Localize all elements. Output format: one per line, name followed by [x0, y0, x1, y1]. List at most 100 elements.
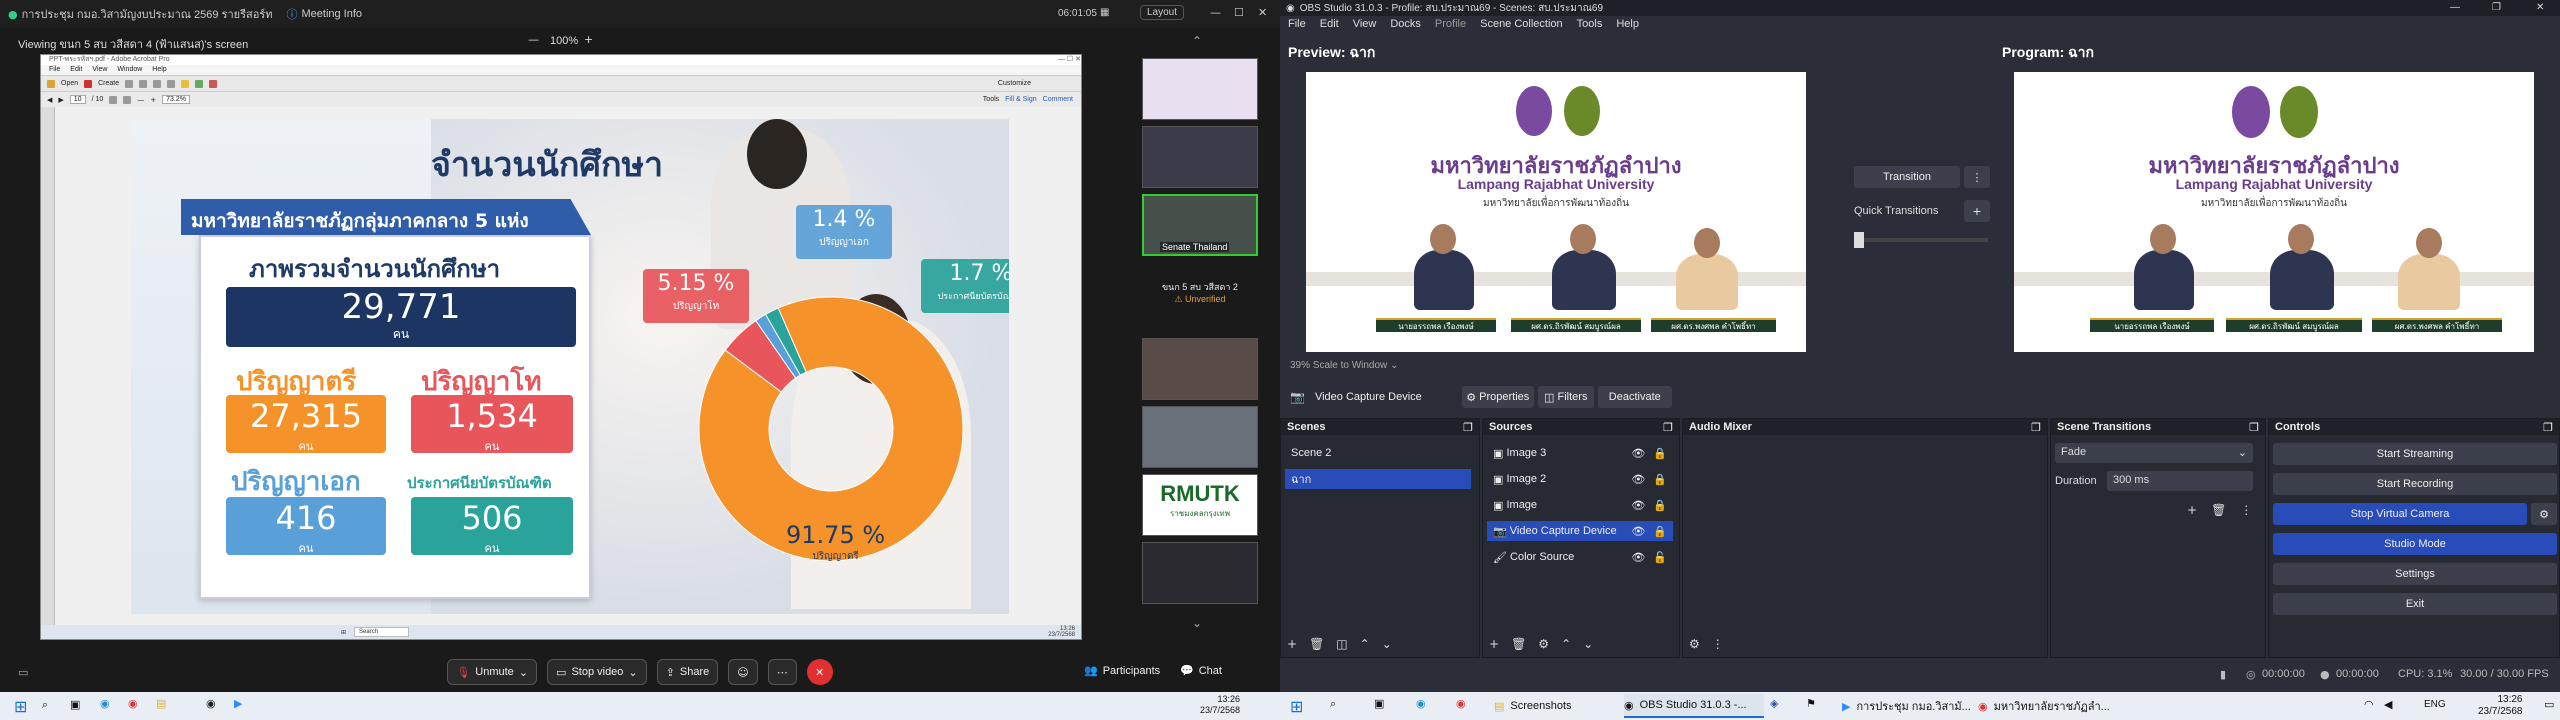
eye-icon[interactable]: 👁 [1631, 551, 1645, 564]
maximize-icon[interactable]: ❐ [2492, 2, 2501, 13]
filters-button[interactable]: ◫ Filters [1537, 386, 1594, 408]
unlock-icon[interactable]: 🔓 [1653, 551, 1667, 564]
stamp-icon[interactable] [209, 79, 218, 88]
open-button[interactable]: Open [61, 80, 78, 87]
windows-start-icon[interactable]: ⊞ [1290, 697, 1303, 716]
duration-input[interactable]: 300 ms [2107, 471, 2253, 491]
arrow-down-icon[interactable]: ⌄ [1382, 637, 1392, 651]
zoom-out-icon[interactable]: — [528, 33, 539, 46]
properties-button[interactable]: ⚙ Properties [1461, 386, 1534, 408]
create-button[interactable]: Create [98, 80, 119, 87]
select-icon[interactable] [109, 95, 118, 104]
chrome-icon[interactable]: ◉ [1456, 697, 1466, 710]
plus-icon[interactable]: + [2187, 503, 2197, 517]
more-button[interactable]: ⋯ [767, 659, 797, 685]
task-view-icon[interactable]: ▣ [70, 698, 80, 711]
save-icon[interactable] [125, 79, 134, 88]
maximize-icon[interactable]: ☐ [1234, 6, 1244, 19]
menu-scene-collection[interactable]: Scene Collection [1480, 18, 1563, 30]
participant-tile[interactable] [1142, 338, 1258, 400]
pdf-zoom-input[interactable]: 73.2% [162, 95, 190, 104]
page-number-input[interactable]: 10 [69, 95, 86, 104]
menu-tools[interactable]: Tools [1577, 18, 1603, 30]
source-item[interactable]: ▣ Image 2 👁 🔒 [1487, 469, 1673, 489]
source-item[interactable]: 🖌 Color Source 👁 🔓 [1487, 547, 1673, 567]
menu-file[interactable]: File [1288, 18, 1306, 30]
app-icon-2[interactable]: ⚑ [1806, 697, 1816, 710]
volume-icon[interactable]: ◀ [2384, 698, 2392, 711]
gear-icon[interactable]: ⚙ [1538, 637, 1549, 651]
layout-button[interactable]: Layout [1140, 5, 1185, 20]
close-icon[interactable]: ✕ [2536, 2, 2544, 13]
taskbar-item-zoom-meeting[interactable]: ▶ การประชุม กมอ.วิสามั... [1842, 694, 1972, 718]
tools-tab[interactable]: Tools [983, 96, 999, 103]
exit-button[interactable]: Exit [2273, 593, 2557, 615]
chat-button[interactable]: 💬 Chat [1180, 664, 1222, 677]
lock-icon[interactable]: 🔒 [1653, 525, 1667, 538]
next-page-icon[interactable]: ▶ [58, 96, 63, 104]
stop-virtual-camera-button[interactable]: Stop Virtual Camera [2273, 503, 2527, 525]
participant-tile-off[interactable]: ขนก 5 สบ วสีสดา 2 ⚠ Unverified [1142, 262, 1258, 324]
slider-handle[interactable] [1854, 232, 1864, 248]
eye-icon[interactable]: 👁 [1631, 447, 1645, 460]
caption-icon[interactable]: ▭ [18, 666, 28, 679]
more-vertical-icon[interactable]: ⋮ [1712, 637, 1724, 651]
leave-button[interactable]: ✕ [806, 659, 833, 685]
app-icon[interactable]: ◈ [1770, 697, 1778, 710]
explorer-icon[interactable]: ▤ [156, 697, 166, 710]
zoom-out-pdf-icon[interactable]: — [137, 96, 144, 104]
trash-icon[interactable]: 🗑 [1309, 637, 1324, 651]
undock-icon[interactable]: ❐ [2031, 421, 2041, 434]
settings-icon[interactable] [167, 79, 176, 88]
search-icon[interactable]: ⌕ [42, 698, 48, 712]
scene-item[interactable]: Scene 2 [1285, 443, 1471, 463]
lock-icon[interactable]: 🔒 [1653, 447, 1667, 460]
lock-icon[interactable]: 🔒 [1653, 499, 1667, 512]
zoom-in-icon[interactable]: + [584, 33, 593, 46]
gear-icon[interactable]: ⚙ [1689, 637, 1700, 651]
source-item[interactable]: ▣ Image 👁 🔒 [1487, 495, 1673, 515]
taskbar-item-browser[interactable]: ◉ มหาวิทยาลัยราชภัฏลำ... [1978, 694, 2118, 718]
share-button[interactable]: ⇪ Share [656, 659, 719, 685]
trash-icon[interactable]: 🗑 [2211, 503, 2226, 517]
highlight-icon[interactable] [195, 79, 204, 88]
studio-mode-button[interactable]: Studio Mode [2273, 533, 2557, 555]
undock-icon[interactable]: ❐ [2249, 421, 2259, 434]
customize-button[interactable]: Customize [998, 80, 1031, 87]
zoom-taskbar-icon[interactable]: ▶ [234, 697, 242, 710]
participant-tile[interactable] [1142, 542, 1258, 604]
menu-help[interactable]: Help [1616, 18, 1639, 30]
arrow-down-icon[interactable]: ⌄ [1583, 637, 1593, 651]
settings-button[interactable]: Settings [2273, 563, 2557, 585]
transition-slider[interactable] [1854, 232, 1988, 248]
plus-icon[interactable]: + [1489, 637, 1499, 651]
scroll-up-icon[interactable]: ⌃ [1192, 34, 1202, 48]
pdf-menu-view[interactable]: View [92, 65, 107, 75]
meeting-info-button[interactable]: ⓘ Meeting Info [286, 6, 362, 22]
shared-search-box[interactable]: Search [354, 627, 410, 637]
task-view-icon[interactable]: ▣ [1374, 697, 1384, 710]
source-item[interactable]: ▣ Image 3 👁 🔒 [1487, 443, 1673, 463]
virtual-camera-settings-button[interactable]: ⚙ [2531, 503, 2557, 525]
start-recording-button[interactable]: Start Recording [2273, 473, 2557, 495]
participant-tile[interactable] [1142, 58, 1258, 120]
input-language[interactable]: ENG [2424, 699, 2446, 710]
lock-icon[interactable]: 🔒 [1653, 473, 1667, 486]
plus-icon[interactable]: + [1287, 637, 1297, 651]
taskbar-item-obs[interactable]: ◉ OBS Studio 31.0.3 -... [1624, 694, 1764, 718]
minimize-icon[interactable]: — [2450, 2, 2460, 13]
deactivate-button[interactable]: Deactivate [1597, 386, 1672, 408]
scroll-down-icon[interactable]: ⌄ [1192, 616, 1202, 630]
eye-icon[interactable]: 👁 [1631, 499, 1645, 512]
edge-icon[interactable]: ◉ [100, 697, 110, 710]
unmute-button[interactable]: 🎙 Unmute ⌄ [447, 659, 538, 685]
scale-selector[interactable]: 39% Scale to Window ⌄ [1290, 360, 1398, 371]
eye-icon[interactable]: 👁 [1631, 525, 1645, 538]
reactions-button[interactable]: ☺ [728, 659, 758, 685]
fill-sign-tab[interactable]: Fill & Sign [1005, 96, 1037, 103]
filter-icon[interactable]: ◫ [1336, 637, 1347, 651]
email-icon[interactable] [153, 79, 162, 88]
stop-video-button[interactable]: ▭ Stop video ⌄ [547, 659, 647, 685]
arrow-up-icon[interactable]: ⌃ [1360, 637, 1370, 651]
pdf-menu-edit[interactable]: Edit [70, 65, 82, 75]
